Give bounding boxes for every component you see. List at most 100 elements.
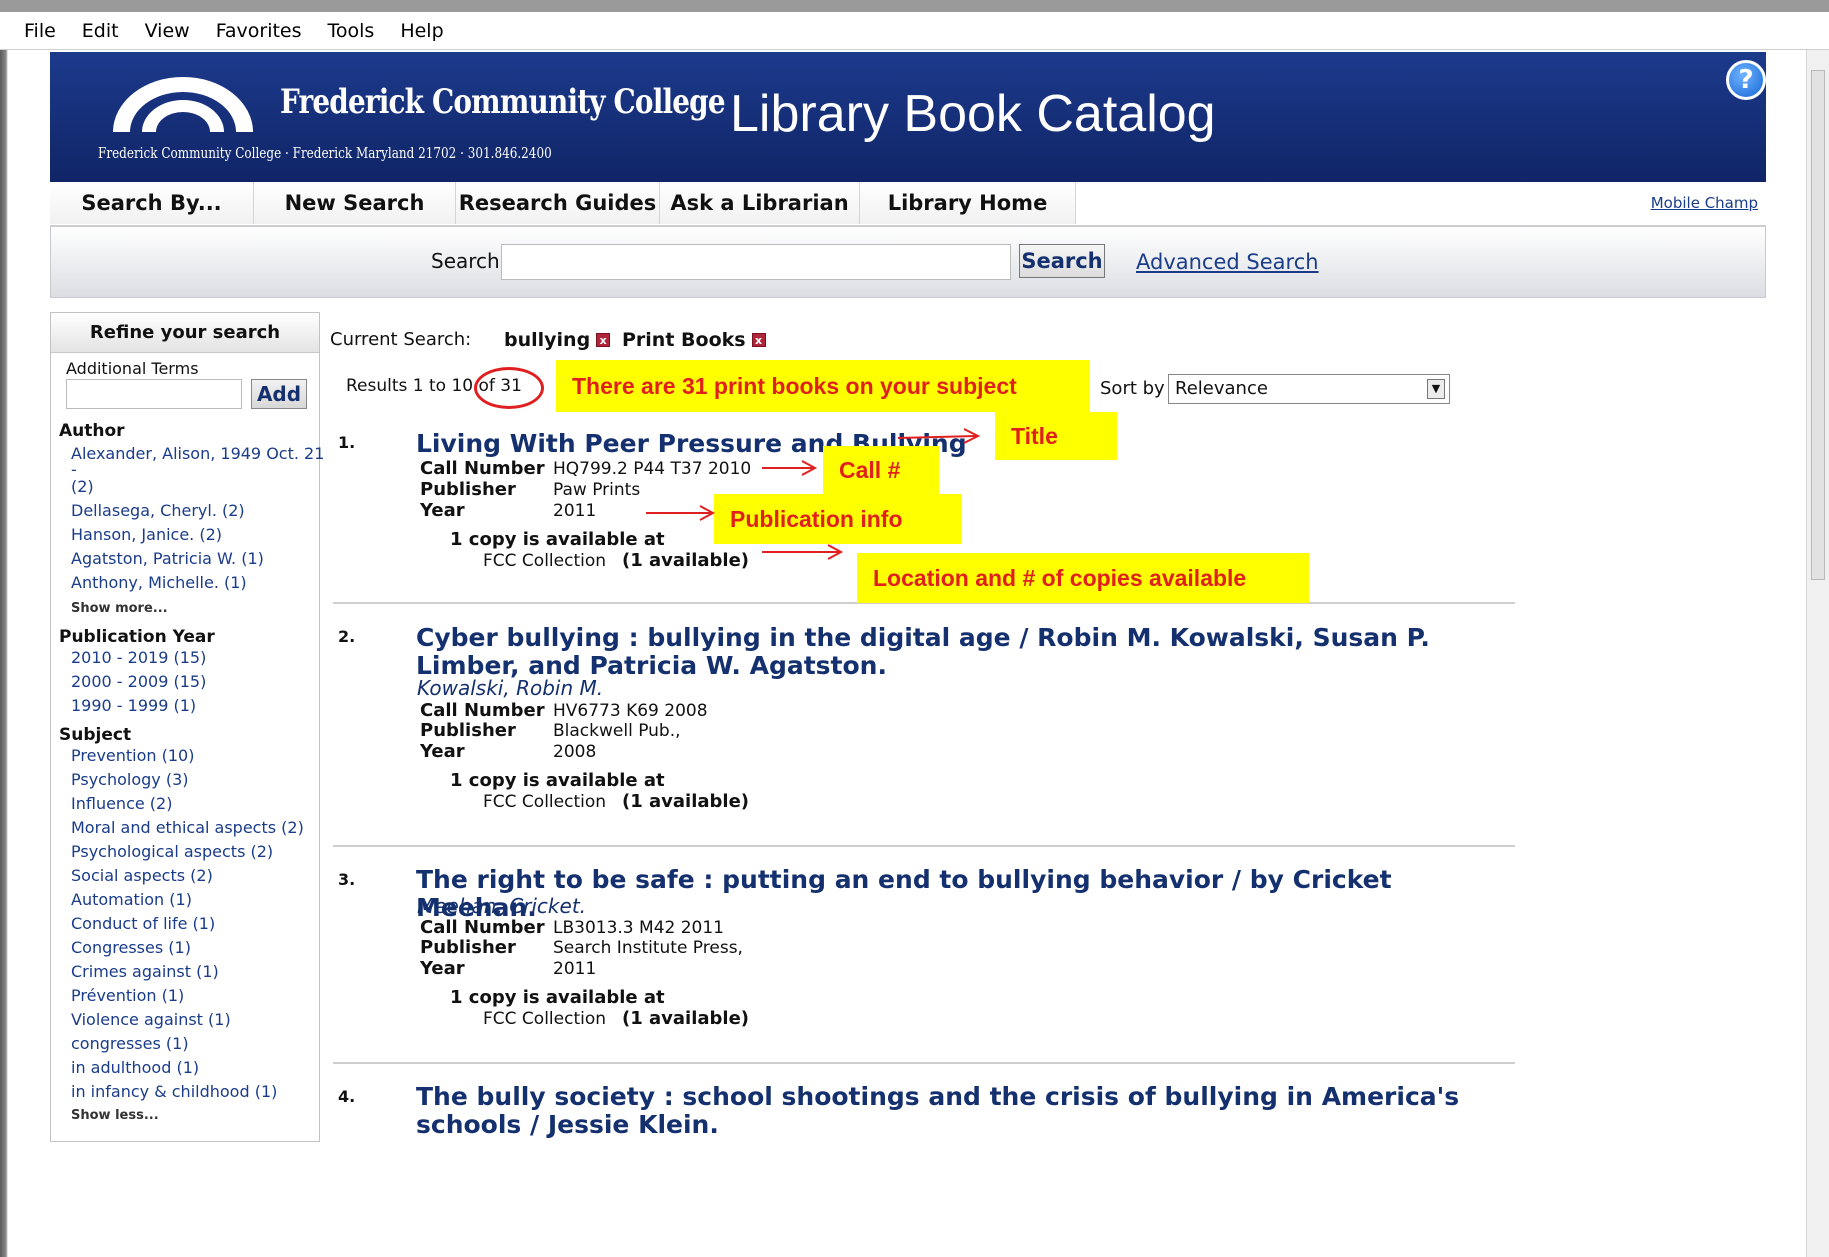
facet-author[interactable]: (2) [71,477,94,496]
facet-subject[interactable]: Social aspects (2) [71,866,213,885]
result-title[interactable]: The bully society : school shootings and… [416,1083,1496,1139]
year-label: Year [420,958,465,979]
help-icon[interactable]: ? [1726,60,1766,100]
additional-terms-input[interactable] [66,379,242,409]
facet-author[interactable]: Dellasega, Cheryl. (2) [71,501,245,520]
facet-year[interactable]: 2010 - 2019 (15) [71,648,206,667]
tab-library-home-page[interactable]: Library Home Page [860,182,1076,257]
current-search-label: Current Search: [330,329,472,350]
remove-chip-icon[interactable]: x [751,333,766,347]
publisher-value: Blackwell Pub., [553,721,681,741]
web-page: Frederick Community College Frederick Co… [8,50,1806,1257]
facet-subject[interactable]: Crimes against (1) [71,962,219,981]
year-label: Year [420,741,465,762]
facet-year[interactable]: 2000 - 2009 (15) [71,672,206,691]
menu-tools[interactable]: Tools [328,20,375,42]
add-button[interactable]: Add [251,379,307,409]
college-name[interactable]: Frederick Community College [280,82,726,122]
facet-author[interactable]: Alexander, Alison, 1949 Oct. 21 [71,444,324,463]
year-label: Year [420,500,465,521]
location-link[interactable]: FCC Collection [483,1009,606,1029]
header-banner: Frederick Community College Frederick Co… [50,52,1766,182]
result-author[interactable]: Kowalski, Robin M. [417,676,603,700]
result-number: 4. [338,1087,356,1106]
dropdown-arrow-icon[interactable]: ▼ [1427,379,1445,399]
show-less-link[interactable]: Show less... [71,1108,159,1123]
search-input[interactable] [501,244,1011,280]
facet-subject[interactable]: Prevention (10) [71,746,194,765]
nav-tabs: Search By... New Search Research Guides … [50,182,1766,257]
facet-subject[interactable]: Psychological aspects (2) [71,842,273,861]
count-highlight-circle [474,367,544,409]
facet-subject[interactable]: Psychology (3) [71,770,189,789]
call-number-callout: Call # [823,446,939,494]
title-callout: Title [995,412,1117,460]
facet-subject[interactable]: Conduct of life (1) [71,914,215,933]
count-callout: There are 31 print books on your subject [556,360,1090,412]
tab-search-by[interactable]: Search By... [50,182,254,224]
availability: (1 available) [622,1008,750,1029]
search-chip-bullying: bullying x [504,329,611,351]
result-title[interactable]: Cyber bullying : bullying in the digital… [416,624,1496,680]
search-chip-print-books: Print Books x [622,329,766,351]
scrollbar-thumb[interactable] [1811,70,1825,580]
menu-file[interactable]: File [24,20,56,42]
publisher-value: Search Institute Press, [553,938,743,958]
facet-year[interactable]: 1990 - 1999 (1) [71,696,196,715]
window-top-edge [0,0,1829,12]
facet-author[interactable]: Hanson, Janice. (2) [71,525,222,544]
refine-panel: Refine your search Additional Terms Add … [50,312,324,1142]
tab-research-guides[interactable]: Research Guides [456,182,660,224]
menu-view[interactable]: View [145,20,190,42]
facet-subject[interactable]: in adulthood (1) [71,1058,199,1077]
browser-window: File Edit View Favorites Tools Help Fred… [0,0,1829,1257]
subject-heading: Subject [59,725,132,745]
search-label: Search [431,249,500,273]
call-number-label: Call Number [420,458,545,479]
facet-subject[interactable]: congresses (1) [71,1034,189,1053]
facet-subject[interactable]: Violence against (1) [71,1010,231,1029]
facet-author[interactable]: Agatston, Patricia W. (1) [71,549,264,568]
tab-new-search[interactable]: New Search [254,182,456,224]
publisher-label: Publisher [420,479,516,500]
show-more-link[interactable]: Show more... [71,601,168,616]
facet-subject[interactable]: in infancy & childhood (1) [71,1082,277,1101]
arrow-to-location-icon [762,544,844,560]
menu-edit[interactable]: Edit [82,20,119,42]
remove-chip-icon[interactable]: x [596,333,611,347]
college-address: Frederick Community College · Frederick … [98,144,552,162]
refine-title: Refine your search [51,313,319,353]
result-author[interactable]: Meehan, Cricket. [417,894,586,918]
facet-subject[interactable]: Congresses (1) [71,938,191,957]
year-value: 2011 [553,959,597,979]
publisher-label: Publisher [420,937,516,958]
location-link[interactable]: FCC Collection [483,551,606,571]
catalog-title: Library Book Catalog [730,85,1216,143]
facet-subject[interactable]: Prévention (1) [71,986,184,1005]
call-number-value: LB3013.3 M42 2011 [553,918,724,938]
copies-line: 1 copy is available at [450,529,665,550]
chip-label: Print Books [622,329,746,351]
availability: (1 available) [622,791,750,812]
author-heading: Author [59,421,125,441]
facet-subject[interactable]: Moral and ethical aspects (2) [71,818,304,837]
arrow-to-publication-info-icon [646,505,716,521]
arrow-to-call-number-icon [762,460,818,476]
call-number-label: Call Number [420,700,545,721]
availability: (1 available) [622,550,750,571]
tab-ask-a-librarian[interactable]: Ask a Librarian [660,182,860,224]
college-logo-icon [113,77,253,132]
sort-select[interactable]: Relevance ▼ [1168,374,1450,404]
facet-subject[interactable]: Influence (2) [71,794,172,813]
mobile-link[interactable]: Mobile Champ [1651,194,1758,212]
search-button[interactable]: Search [1019,244,1105,278]
chip-label: bullying [504,329,591,351]
vertical-scrollbar[interactable] [1806,50,1829,1257]
facet-author[interactable]: Anthony, Michelle. (1) [71,573,247,592]
location-link[interactable]: FCC Collection [483,792,606,812]
facet-subject[interactable]: Automation (1) [71,890,192,909]
advanced-search-link[interactable]: Advanced Search [1136,250,1319,274]
menu-help[interactable]: Help [400,20,443,42]
sort-selected-value: Relevance [1175,378,1268,399]
menu-favorites[interactable]: Favorites [216,20,302,42]
